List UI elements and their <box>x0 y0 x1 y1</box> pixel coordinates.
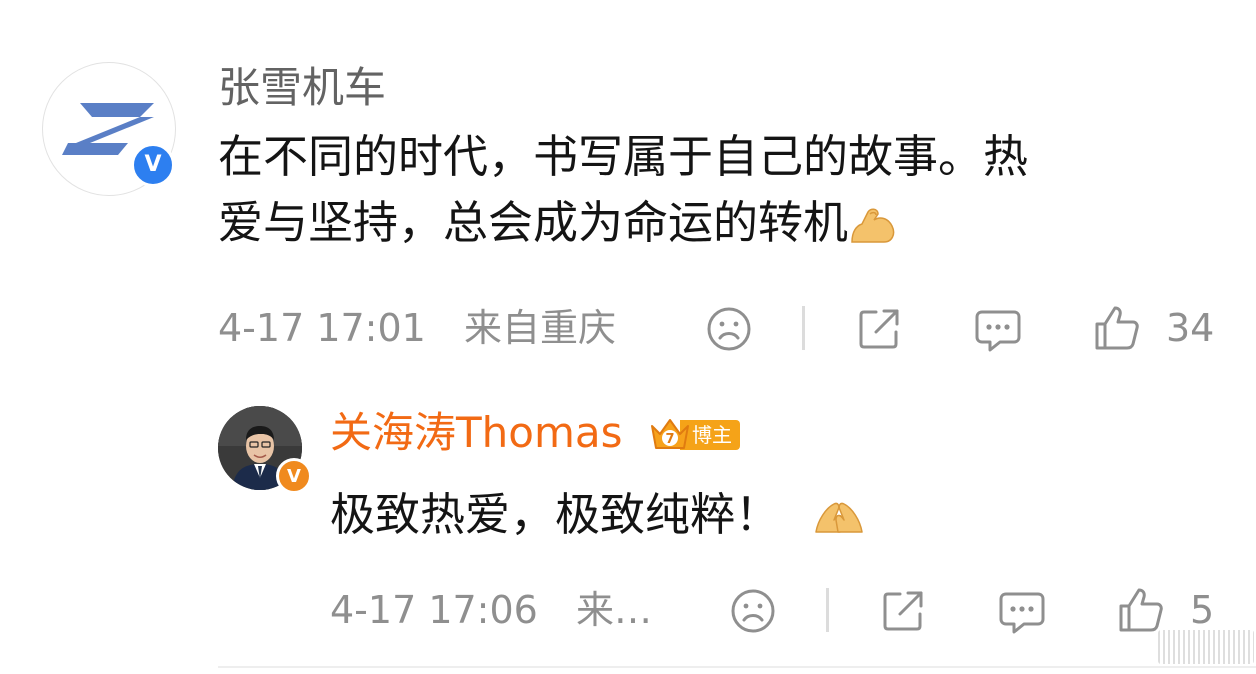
reply-location: 来… <box>576 588 653 632</box>
comment-icon <box>975 310 1021 352</box>
like-count: 34 <box>1166 306 1215 350</box>
action-divider <box>802 306 805 350</box>
comment-location: 来自重庆 <box>464 306 617 350</box>
comment-text-line-2-text: 爱与坚持，总会成为命运的转机 <box>218 196 849 249</box>
reply-username[interactable]: 关海涛Thomas <box>330 404 623 462</box>
divider-line <box>218 666 1256 668</box>
thumbs-up-icon <box>1119 588 1163 632</box>
crown-badge-icon: 7 <box>651 419 689 449</box>
heart-hands-icon <box>815 502 864 533</box>
reply-text-content: 极致热爱，极致纯粹！ <box>330 488 781 541</box>
reply-time: 4-17 17:06 <box>330 588 538 632</box>
watermark <box>1158 630 1254 664</box>
share-button[interactable] <box>854 304 904 354</box>
comment-time: 4-17 17:01 <box>218 306 426 350</box>
reply-avatar[interactable]: V <box>218 406 312 494</box>
verified-badge-icon: V <box>131 143 175 187</box>
blogger-badge: 博主 7 <box>648 414 746 454</box>
reply-share-button[interactable] <box>878 586 928 636</box>
comment-text: 在不同的时代，书写属于自己的故事。热 爱与坚持，总会成为命运的转机 <box>218 124 1218 256</box>
comment-text-line-1: 在不同的时代，书写属于自己的故事。热 <box>218 130 1029 183</box>
action-divider <box>826 588 829 632</box>
comment-button[interactable] <box>972 304 1024 356</box>
avatar[interactable]: V <box>42 62 176 196</box>
share-icon <box>883 591 923 631</box>
sad-face-icon <box>707 307 751 351</box>
crown-badge-number: 7 <box>665 432 674 447</box>
verified-badge-icon: V <box>276 458 312 494</box>
comment-username[interactable]: 张雪机车 <box>218 60 386 116</box>
comment-text-line-2: 爱与坚持，总会成为命运的转机 <box>218 190 1218 256</box>
thumbs-up-icon <box>1095 306 1139 350</box>
comment-icon <box>999 592 1045 634</box>
reply-text: 极致热爱，极致纯粹！ <box>330 482 866 548</box>
sad-face-icon <box>731 589 775 633</box>
reply-comment-button[interactable] <box>996 586 1048 638</box>
dislike-button[interactable] <box>704 304 754 354</box>
reply-meta: 4-17 17:06 来… <box>330 582 652 638</box>
reply-dislike-button[interactable] <box>728 586 778 636</box>
comment-meta: 4-17 17:01 来自重庆 <box>218 300 616 356</box>
flexed-biceps-icon <box>851 208 895 243</box>
share-icon <box>859 309 899 349</box>
reply-like-button[interactable] <box>1116 584 1166 636</box>
like-button[interactable] <box>1092 302 1142 354</box>
